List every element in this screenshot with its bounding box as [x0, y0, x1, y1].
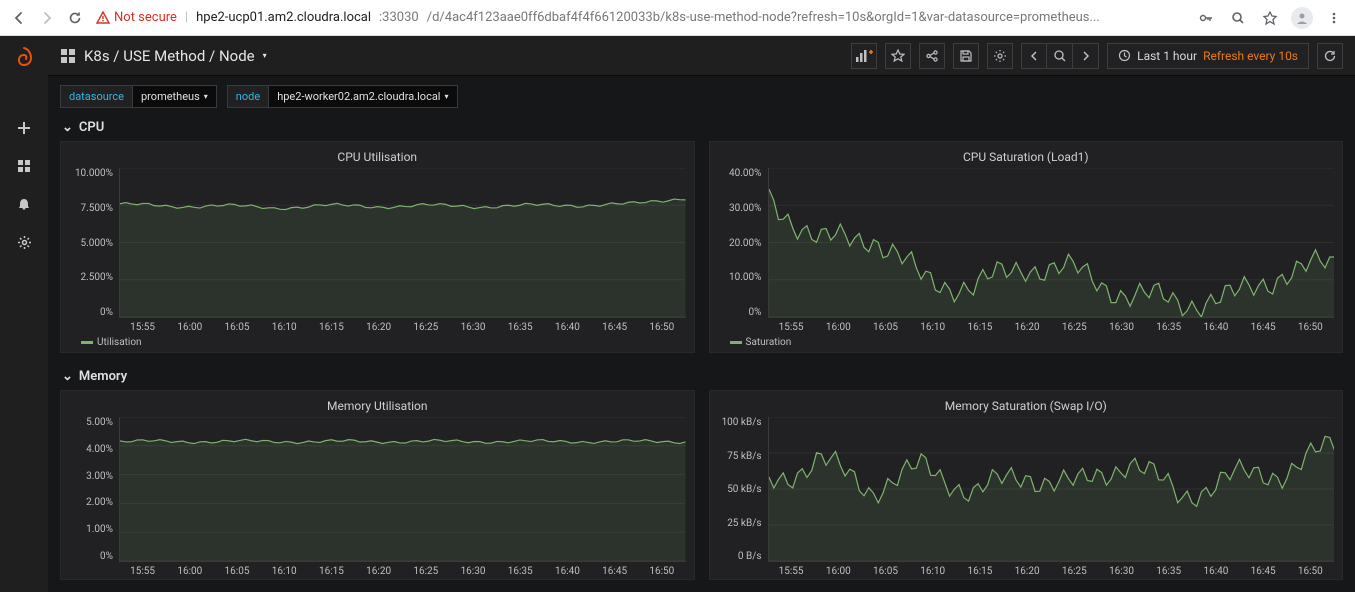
dashboard-title-text: K8s / USE Method / Node: [84, 47, 255, 65]
key-icon[interactable]: [1193, 5, 1219, 31]
row-title-memory: Memory: [79, 369, 127, 384]
time-range-text: Last 1 hour: [1137, 49, 1197, 63]
var-node[interactable]: node hpe2-worker02.am2.cloudra.local▾: [227, 85, 458, 108]
var-datasource-label: datasource: [60, 85, 132, 108]
zoom-out-button[interactable]: [1047, 43, 1073, 69]
save-button[interactable]: [953, 43, 979, 69]
legend-swatch: [81, 341, 93, 344]
dashboard-header: K8s / USE Method / Node ▾ Last 1 hour Re…: [48, 36, 1355, 76]
legend-text: Utilisation: [97, 337, 142, 348]
browser-menu-button[interactable]: [1321, 5, 1347, 31]
var-node-value[interactable]: hpe2-worker02.am2.cloudra.local▾: [268, 85, 457, 108]
panel-cpu-util[interactable]: CPU Utilisation 10.000%7.500%5.000%2.500…: [60, 141, 695, 353]
x-axis: 15:5516:0016:0516:1016:1516:2016:2516:30…: [119, 562, 686, 577]
legend: Saturation: [718, 333, 1335, 350]
chevron-down-icon: ⌄: [62, 120, 73, 135]
back-button[interactable]: [8, 7, 30, 29]
dashboard-icon: [60, 48, 76, 64]
legend: Utilisation: [69, 333, 686, 350]
zoom-icon[interactable]: [1225, 5, 1251, 31]
settings-gear-icon[interactable]: [8, 226, 40, 258]
not-secure-text: Not secure: [114, 10, 177, 25]
x-axis: 15:5516:0016:0516:1016:1516:2016:2516:30…: [119, 318, 686, 333]
time-forward-button[interactable]: [1073, 43, 1099, 69]
settings-button[interactable]: [987, 43, 1013, 69]
legend-swatch: [730, 341, 742, 344]
dashboard-title[interactable]: K8s / USE Method / Node ▾: [60, 47, 267, 65]
time-nav-group: [1021, 43, 1099, 69]
address-bar[interactable]: Not secure | hpe2-ucp01.am2.cloudra.loca…: [92, 10, 1187, 25]
app-sidebar: [0, 36, 48, 592]
chart-area[interactable]: 100 kB/s75 kB/s50 kB/s25 kB/s0 B/s: [718, 417, 1335, 562]
x-axis: 15:5516:0016:0516:1016:1516:2016:2516:30…: [768, 562, 1335, 577]
time-back-button[interactable]: [1021, 43, 1047, 69]
url-host: hpe2-ucp01.am2.cloudra.local: [196, 10, 371, 25]
profile-avatar[interactable]: [1289, 5, 1315, 31]
chevron-down-icon: ⌄: [62, 369, 73, 384]
refresh-button[interactable]: [1317, 43, 1343, 69]
panel-cpu-sat[interactable]: CPU Saturation (Load1) 40.00%30.00%20.00…: [709, 141, 1344, 353]
panel-mem-util[interactable]: Memory Utilisation 5.00%4.00%3.00%2.00%1…: [60, 390, 695, 580]
clock-icon: [1118, 49, 1131, 62]
dashboard-body: ⌄ CPU CPU Utilisation 10.000%7.500%5.000…: [48, 116, 1355, 592]
url-path: /d/4ac4f123aae0ff6dbaf4f4f66120033b/k8s-…: [427, 10, 1100, 25]
alerting-bell-icon[interactable]: [8, 188, 40, 220]
grafana-logo-icon[interactable]: [9, 42, 39, 72]
browser-toolbar: Not secure | hpe2-ucp01.am2.cloudra.loca…: [0, 0, 1355, 36]
create-icon[interactable]: [8, 112, 40, 144]
refresh-interval-text: Refresh every 10s: [1203, 49, 1298, 63]
x-axis: 15:5516:0016:0516:1016:1516:2016:2516:30…: [768, 318, 1335, 333]
chart-area[interactable]: 10.000%7.500%5.000%2.500%0%: [69, 168, 686, 318]
reload-button[interactable]: [64, 7, 86, 29]
share-button[interactable]: [919, 43, 945, 69]
time-range-button[interactable]: Last 1 hour Refresh every 10s: [1107, 43, 1309, 69]
row-header-memory[interactable]: ⌄ Memory: [60, 365, 1343, 390]
row-title-cpu: CPU: [79, 120, 104, 135]
main-area: K8s / USE Method / Node ▾ Last 1 hour Re…: [48, 36, 1355, 592]
var-node-label: node: [227, 85, 268, 108]
var-datasource-value[interactable]: prometheus▾: [132, 85, 217, 108]
forward-button[interactable]: [36, 7, 58, 29]
star-button[interactable]: [885, 43, 911, 69]
panel-title: Memory Saturation (Swap I/O): [718, 397, 1335, 417]
template-variables-row: datasource prometheus▾ node hpe2-worker0…: [48, 76, 1355, 116]
panel-title: CPU Utilisation: [69, 148, 686, 168]
dashboards-icon[interactable]: [8, 150, 40, 182]
url-port: :33030: [379, 10, 419, 25]
add-panel-button[interactable]: [851, 43, 877, 69]
panel-mem-sat[interactable]: Memory Saturation (Swap I/O) 100 kB/s75 …: [709, 390, 1344, 580]
legend-text: Saturation: [746, 337, 792, 348]
chart-area[interactable]: 40.00%30.00%20.00%10.00%0%: [718, 168, 1335, 318]
not-secure-badge: Not secure: [96, 10, 177, 25]
grafana-app: K8s / USE Method / Node ▾ Last 1 hour Re…: [0, 36, 1355, 592]
panel-title: Memory Utilisation: [69, 397, 686, 417]
var-datasource[interactable]: datasource prometheus▾: [60, 85, 217, 108]
chevron-down-icon: ▾: [263, 51, 267, 60]
row-header-cpu[interactable]: ⌄ CPU: [60, 116, 1343, 141]
bookmark-button[interactable]: [1257, 5, 1283, 31]
panel-title: CPU Saturation (Load1): [718, 148, 1335, 168]
chart-area[interactable]: 5.00%4.00%3.00%2.00%1.00%0%: [69, 417, 686, 562]
